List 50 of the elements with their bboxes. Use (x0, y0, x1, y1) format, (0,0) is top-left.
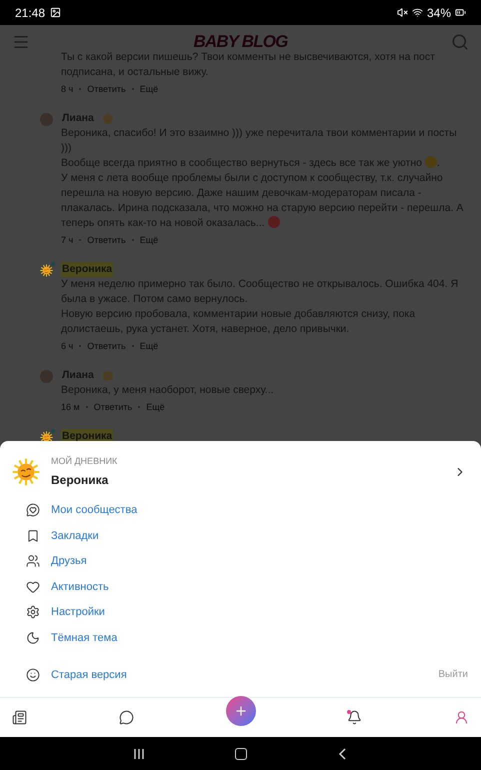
comment-action[interactable]: Ещё (140, 340, 158, 352)
comment-action[interactable]: Ещё (140, 83, 158, 95)
recent-apps-icon[interactable] (132, 748, 144, 760)
smile-icon (26, 668, 40, 682)
comment-action[interactable]: Ответить (87, 340, 126, 352)
bell-tab[interactable] (347, 710, 362, 725)
battery-percent: 34% (426, 4, 451, 22)
settings-icon (26, 605, 40, 620)
logout-link[interactable]: Выйти (438, 667, 468, 682)
profile-tab[interactable] (454, 710, 469, 725)
people-icon (26, 554, 40, 568)
add-button[interactable] (226, 696, 256, 726)
mute-icon (396, 7, 408, 18)
comment-time: 6 ч (61, 340, 74, 352)
plus-icon (234, 704, 248, 718)
comment-action[interactable]: Ещё (146, 401, 165, 413)
feed-tab[interactable] (12, 710, 27, 725)
diary-caption: МОЙ ДНЕВНИК (51, 455, 118, 468)
bookmark-icon (26, 528, 40, 543)
status-time: 21:48 (15, 4, 46, 22)
back-icon[interactable] (336, 748, 348, 760)
heart-icon (26, 580, 40, 594)
sun-avatar-icon (12, 458, 40, 486)
old-version-link[interactable]: Старая версия (51, 666, 438, 683)
image-icon (50, 7, 62, 18)
menu-item[interactable]: Настройки (51, 604, 105, 620)
comment-time: 8 ч (61, 83, 74, 95)
menu-item[interactable]: Активность (51, 578, 109, 595)
battery-icon (455, 7, 466, 18)
comment-action[interactable]: Ответить (87, 83, 126, 95)
chat-heart-icon (26, 503, 40, 518)
comment-action[interactable]: Ответить (87, 234, 126, 246)
comment-author[interactable]: Вероника (61, 262, 114, 277)
menu-item[interactable]: Закладки (51, 528, 99, 544)
logo[interactable]: BABY BLOG (193, 28, 288, 54)
sun-avatar-icon (40, 264, 53, 277)
comment-action[interactable]: Ответить (94, 401, 132, 413)
sun-avatar-icon (40, 431, 53, 441)
chat-tab[interactable] (118, 710, 134, 725)
diary-owner-name[interactable]: Вероника (51, 470, 453, 488)
comment-author[interactable]: Вероника (61, 429, 114, 441)
comment-time: 16 м (61, 401, 80, 413)
home-icon[interactable] (234, 748, 246, 760)
menu-item[interactable]: Тёмная тема (51, 630, 118, 646)
moon-icon (26, 630, 40, 645)
comment-action[interactable]: Ещё (140, 234, 158, 246)
menu-item[interactable]: Мои сообщества (51, 502, 138, 518)
wifi-icon (412, 7, 423, 18)
comment-time: 7 ч (61, 234, 74, 246)
menu-item[interactable]: Друзья (51, 553, 87, 570)
